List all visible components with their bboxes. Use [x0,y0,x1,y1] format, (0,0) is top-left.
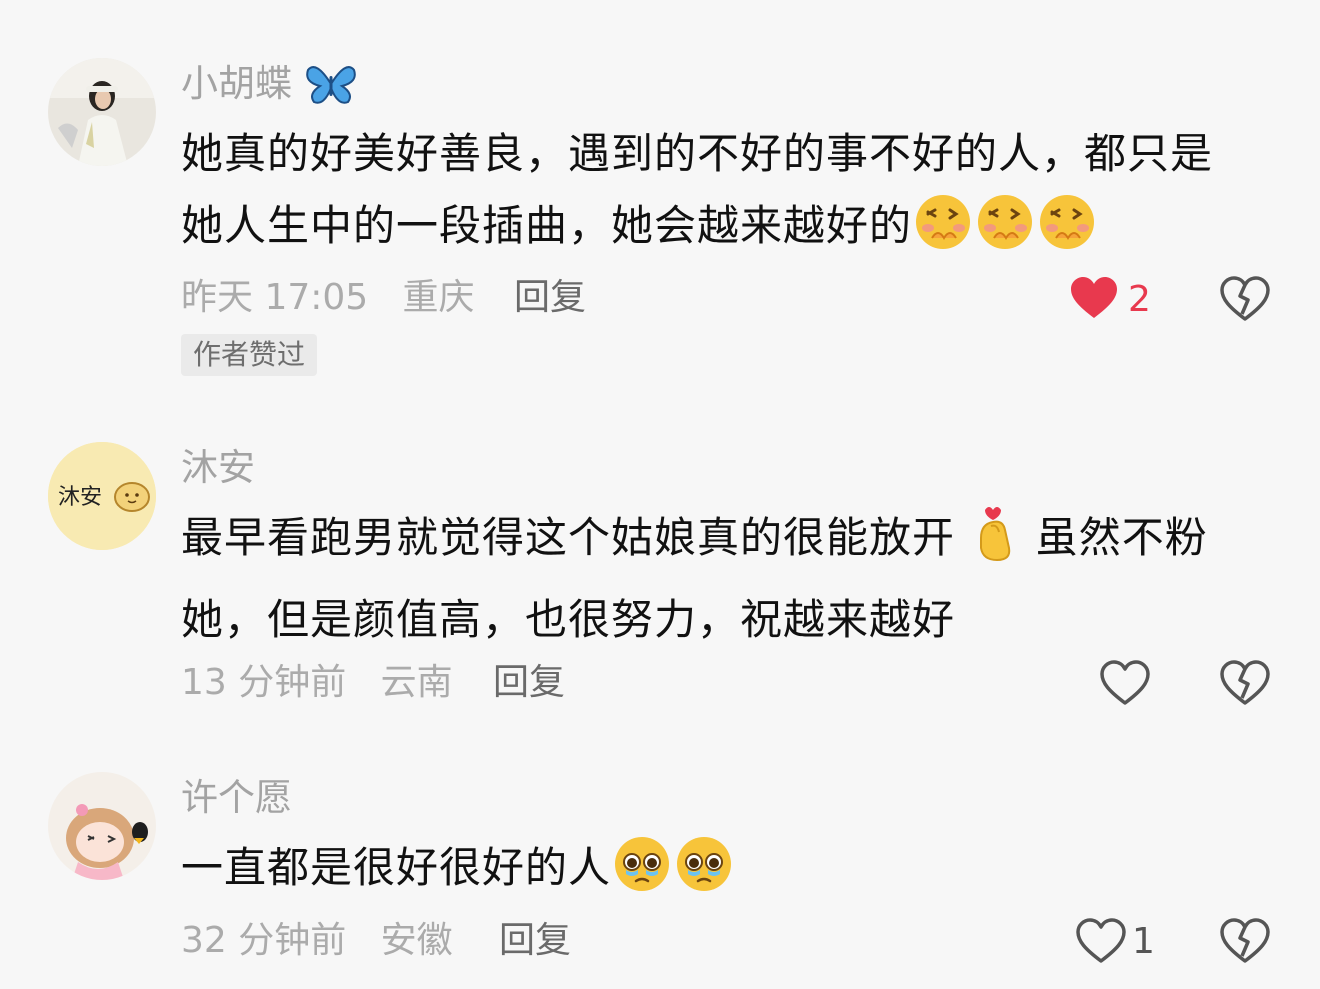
comment-time: 32 分钟前 [181,920,347,961]
reply-button[interactable]: 回复 [493,661,565,705]
comment-text-line: 她人生中的一段插曲，她会越来越好的 [181,190,1251,272]
dislike-button[interactable] [1220,660,1270,710]
broken-heart-icon [1220,276,1270,321]
broken-heart-icon [1220,660,1270,705]
like-button[interactable] [1076,918,1126,968]
username[interactable]: 沐安 [181,446,255,490]
avatar[interactable] [48,772,156,880]
shy-face-emoji [1038,194,1096,272]
finger-heart-emoji [971,504,1019,584]
like-count: 2 [1128,279,1151,320]
heart-filled-icon [1071,277,1117,318]
heart-outline-icon [1100,660,1150,705]
broken-heart-icon [1220,918,1270,963]
comment-location: 安徽 [380,920,453,961]
comment-text: 一直都是很好很好的人 [181,832,1251,914]
dislike-button[interactable] [1220,918,1270,968]
dislike-button[interactable] [1220,276,1270,326]
comment-location: 云南 [380,662,453,703]
comment-text: 她真的好美好善良，遇到的不好的事不好的人，都只是 她人生中的一段插曲，她会越来越… [181,118,1251,272]
comment-text: 最早看跑男就觉得这个姑娘真的很能放开 虽然不粉 她，但是颜值高，也很努力，祝越来… [181,502,1251,656]
shy-face-emoji [914,194,972,272]
pleading-face-emoji [675,836,733,914]
comment-time: 13 分钟前 [181,662,347,703]
comment-item: 许个愿 一直都是很好很好的人 32 分钟前 安徽 回复 1 [0,730,1320,989]
comment-time: 昨天 17:05 [181,277,369,318]
comment-text-line: 一直都是很好很好的人 [181,832,1251,914]
reply-button[interactable]: 回复 [499,919,571,963]
comment-meta: 32 分钟前 安徽 [181,919,453,963]
pleading-face-emoji [613,836,671,914]
comment-text-line: 她真的好美好善良，遇到的不好的事不好的人，都只是 [181,129,1214,178]
avatar[interactable] [48,58,156,166]
comment-meta: 13 分钟前 云南 [181,661,453,705]
comment-item: 沐安 沐安 最早看跑男就觉得这个姑娘真的很能放开 虽然不粉 她，但是颜值高，也很… [0,400,1320,730]
comment-text-line: 她，但是颜值高，也很努力，祝越来越好 [181,595,956,644]
shy-face-emoji [976,194,1034,272]
username[interactable]: 许个愿 [181,776,292,820]
like-count: 1 [1132,921,1155,962]
like-button[interactable] [1100,660,1150,710]
comment-location: 重庆 [402,277,475,318]
author-liked-badge: 作者赞过 [181,334,318,376]
reply-button[interactable]: 回复 [514,276,586,320]
comment-item: 小胡蝶 她真的好美好善良，遇到的不好的事不好的人，都只是 她人生中的一段插曲，她… [0,0,1320,400]
like-button[interactable] [1070,276,1118,324]
avatar[interactable]: 沐安 [48,442,156,550]
avatar-text: 沐安 [58,485,102,510]
butterfly-icon [306,64,356,116]
comment-text-line: 最早看跑男就觉得这个姑娘真的很能放开 虽然不粉 [181,502,1251,584]
username[interactable]: 小胡蝶 [181,62,358,116]
heart-outline-icon [1076,918,1126,963]
comment-meta: 昨天 17:05 重庆 [181,276,475,320]
